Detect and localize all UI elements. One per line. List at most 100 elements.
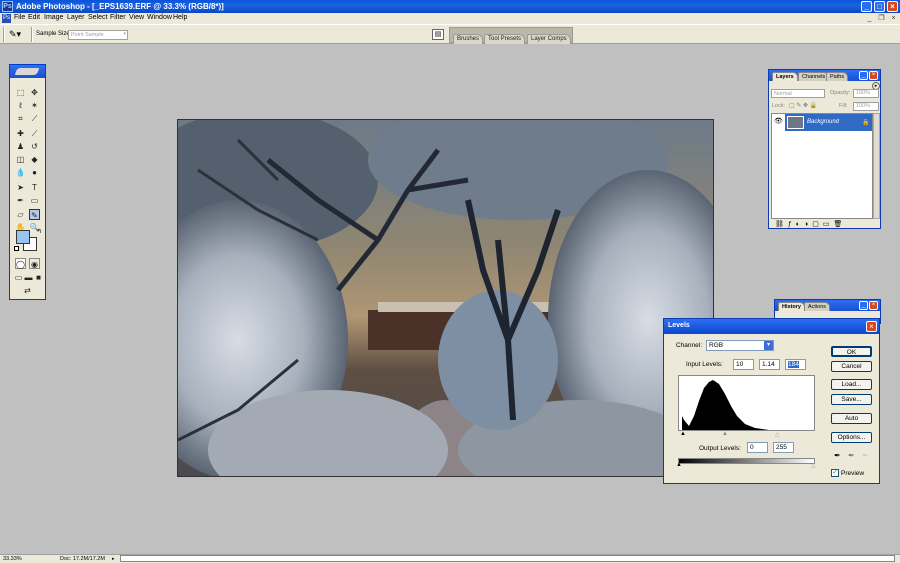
well-tab-brushes[interactable]: Brushes bbox=[453, 34, 484, 44]
path-selection-tool-icon[interactable]: ➤ bbox=[15, 182, 26, 193]
eye-visibility-icon[interactable]: 👁 bbox=[774, 117, 783, 125]
zoom-level[interactable]: 33.33% bbox=[3, 556, 22, 562]
menu-layer[interactable]: Layer bbox=[67, 14, 85, 21]
blur-tool-icon[interactable]: 💧 bbox=[15, 167, 26, 178]
tab-history[interactable]: History bbox=[778, 302, 805, 311]
options-button[interactable]: Options... bbox=[831, 432, 872, 443]
levels-close-button[interactable]: × bbox=[866, 321, 877, 332]
layers-scrollbar[interactable] bbox=[873, 113, 880, 219]
levels-titlebar[interactable]: Levels × bbox=[664, 319, 879, 334]
standard-mode-icon[interactable]: ◯ bbox=[15, 258, 26, 269]
toolbox-header[interactable] bbox=[10, 65, 45, 78]
ok-button[interactable]: OK bbox=[831, 346, 872, 357]
black-output-slider[interactable]: ▲ bbox=[676, 462, 682, 468]
history-close-button[interactable]: × bbox=[869, 301, 878, 310]
menu-image[interactable]: Image bbox=[44, 14, 63, 21]
close-button[interactable]: × bbox=[887, 1, 898, 12]
file-browser-icon[interactable]: ▤ bbox=[432, 29, 444, 40]
sample-size-select[interactable]: Point Sample ▾ bbox=[68, 30, 128, 40]
menu-file[interactable]: File bbox=[14, 14, 25, 21]
white-eyedropper-icon[interactable]: ✒ bbox=[862, 451, 869, 460]
fill-field[interactable]: 100% bbox=[853, 102, 879, 111]
eyedropper-preset-icon[interactable]: ✎▾ bbox=[9, 29, 21, 40]
cancel-button[interactable]: Cancel bbox=[831, 361, 872, 372]
minimize-button[interactable]: _ bbox=[861, 1, 872, 12]
load-button[interactable]: Load... bbox=[831, 379, 872, 390]
doc-minimize-button[interactable]: _ bbox=[865, 14, 874, 23]
history-minimize-button[interactable]: _ bbox=[859, 301, 868, 310]
notes-tool-icon[interactable]: ▱ bbox=[15, 209, 26, 220]
type-tool-icon[interactable]: T bbox=[29, 182, 40, 193]
dodge-tool-icon[interactable]: ● bbox=[29, 167, 40, 178]
histogram bbox=[678, 375, 815, 431]
brush-tool-icon[interactable]: ⟋ bbox=[29, 128, 40, 139]
gray-eyedropper-icon[interactable]: ✒ bbox=[848, 451, 855, 460]
auto-button[interactable]: Auto bbox=[831, 413, 872, 424]
input-white-field[interactable]: 184 bbox=[785, 359, 806, 370]
doc-restore-button[interactable]: ❐ bbox=[877, 14, 886, 23]
history-palette-header[interactable]: History Actions _ × bbox=[775, 300, 880, 311]
marquee-tool-icon[interactable]: ⬚ bbox=[15, 87, 26, 98]
save-button[interactable]: Save... bbox=[831, 394, 872, 405]
tab-channels[interactable]: Channels bbox=[798, 72, 830, 81]
black-input-slider[interactable]: ▲ bbox=[680, 431, 686, 437]
slice-tool-icon[interactable]: ⟋ bbox=[29, 113, 40, 124]
well-tab-layer-comps[interactable]: Layer Comps bbox=[527, 34, 571, 44]
layer-buttons-row[interactable]: ⛓ƒ◐◑▢▭🗑 bbox=[775, 220, 846, 228]
layer-row-background[interactable]: 👁 Background 🔒 bbox=[772, 114, 872, 131]
palette-close-button[interactable]: × bbox=[869, 71, 878, 80]
menu-help[interactable]: Help bbox=[173, 14, 187, 21]
tab-layers[interactable]: Layers bbox=[772, 72, 798, 81]
eyedropper-tool-icon[interactable]: ✎ bbox=[29, 209, 40, 220]
input-gamma-field[interactable]: 1.14 bbox=[759, 359, 780, 370]
blend-mode-select[interactable]: Normal bbox=[771, 89, 825, 98]
move-tool-icon[interactable]: ✥ bbox=[29, 87, 40, 98]
foreground-color-swatch[interactable] bbox=[16, 230, 30, 244]
white-output-slider[interactable]: △ bbox=[811, 462, 816, 469]
lasso-tool-icon[interactable]: ℓ bbox=[15, 100, 26, 111]
menu-filter[interactable]: Filter bbox=[110, 14, 126, 21]
shape-tool-icon[interactable]: ▭ bbox=[29, 195, 40, 206]
jump-to-imageready-icon[interactable]: ⇄ bbox=[15, 285, 40, 296]
default-colors-icon[interactable] bbox=[14, 246, 19, 251]
layers-palette-header[interactable]: Layers Channels Paths _ × bbox=[769, 70, 880, 81]
gamma-input-slider[interactable]: ▲ bbox=[722, 431, 728, 437]
well-tab-tool-presets[interactable]: Tool Presets bbox=[484, 34, 526, 44]
eraser-tool-icon[interactable]: ◫ bbox=[15, 154, 26, 165]
crop-tool-icon[interactable]: ⌗ bbox=[15, 113, 26, 124]
output-white-field[interactable]: 255 bbox=[773, 442, 794, 453]
menu-edit[interactable]: Edit bbox=[28, 14, 40, 21]
menu-view[interactable]: View bbox=[129, 14, 144, 21]
layer-name[interactable]: Background bbox=[807, 119, 839, 125]
document-canvas[interactable] bbox=[177, 119, 714, 477]
tab-actions[interactable]: Actions bbox=[804, 302, 831, 311]
magic-wand-tool-icon[interactable]: ✶ bbox=[29, 100, 40, 111]
status-menu-arrow-icon[interactable]: ▸ bbox=[112, 556, 115, 562]
full-screen-mode-icon[interactable]: ■ bbox=[33, 272, 44, 283]
swap-colors-icon[interactable]: ↰ bbox=[37, 228, 42, 235]
white-input-slider[interactable]: △ bbox=[775, 431, 780, 438]
lock-icons[interactable]: ▢ ✎ ✥ 🔒 bbox=[789, 102, 817, 109]
document-icon[interactable]: Ps bbox=[2, 14, 11, 23]
photoshop-app-icon[interactable]: Ps bbox=[2, 1, 13, 12]
clone-stamp-tool-icon[interactable]: ♟ bbox=[15, 141, 26, 152]
tab-paths[interactable]: Paths bbox=[826, 72, 849, 81]
channel-select[interactable]: RGB ▾ bbox=[706, 340, 774, 351]
history-brush-tool-icon[interactable]: ↺ bbox=[29, 141, 40, 152]
output-black-field[interactable]: 0 bbox=[747, 442, 768, 453]
opacity-field[interactable]: 100% bbox=[853, 89, 879, 98]
black-eyedropper-icon[interactable]: ✒ bbox=[834, 451, 841, 460]
menu-window[interactable]: Window bbox=[147, 14, 172, 21]
menu-select[interactable]: Select bbox=[88, 14, 107, 21]
horizontal-scrollbar[interactable] bbox=[120, 555, 895, 562]
options-grip[interactable] bbox=[3, 27, 5, 42]
maximize-button[interactable]: □ bbox=[874, 1, 885, 12]
paint-bucket-tool-icon[interactable]: ◆ bbox=[29, 154, 40, 165]
quick-mask-mode-icon[interactable]: ◉ bbox=[29, 258, 40, 269]
healing-brush-tool-icon[interactable]: ✚ bbox=[15, 128, 26, 139]
input-black-field[interactable]: 10 bbox=[733, 359, 754, 370]
preview-checkbox[interactable]: ✓ bbox=[831, 469, 839, 477]
doc-close-button[interactable]: × bbox=[889, 14, 898, 23]
palette-minimize-button[interactable]: _ bbox=[859, 71, 868, 80]
pen-tool-icon[interactable]: ✒ bbox=[15, 195, 26, 206]
